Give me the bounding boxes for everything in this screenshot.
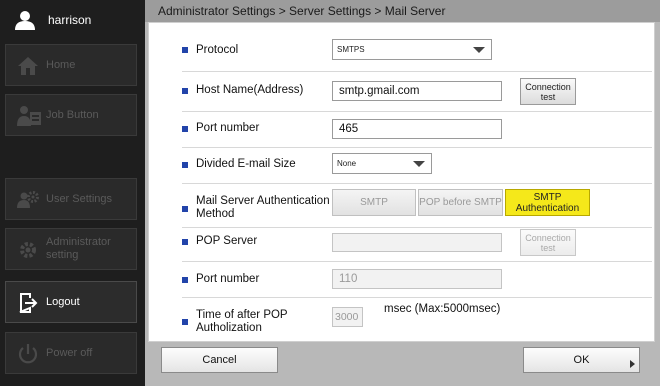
auth-option-label: SMTP Authentication [515, 191, 580, 214]
ok-button[interactable]: OK [523, 347, 640, 373]
divided-value: None [337, 159, 357, 168]
port-label: Port number [196, 122, 260, 134]
sidebar-item-user-settings[interactable]: User Settings [5, 178, 137, 220]
row-pop-server: POP Server Connection test [182, 227, 652, 262]
pop-port-value: 110 [339, 273, 358, 285]
sidebar-item-job-button[interactable]: Job Button [5, 94, 137, 136]
power-icon [16, 342, 40, 366]
host-label: Host Name(Address) [196, 84, 304, 96]
sidebar-item-label: Power off [46, 346, 93, 359]
sidebar-item-home[interactable]: Home [5, 44, 137, 86]
user-icon [14, 10, 36, 30]
gear-user-icon [16, 188, 40, 212]
pop-server-label: POP Server [196, 235, 258, 247]
pop-port-label: Port number [196, 273, 260, 285]
pop-time-value: 3000 [335, 311, 359, 323]
row-port-number: Port number 465 [182, 111, 652, 148]
cancel-button[interactable]: Cancel [161, 347, 278, 373]
breadcrumb: Administrator Settings > Server Settings… [145, 0, 660, 22]
cancel-label: Cancel [202, 354, 237, 366]
ok-label: OK [573, 354, 590, 366]
row-pop-time: Time of after POP Autholization 3000 mse… [182, 297, 652, 334]
sidebar-item-label: Logout [46, 295, 80, 308]
auth-option-pop-before-smtp[interactable]: POP before SMTP [418, 189, 503, 216]
sidebar-item-label: User Settings [46, 192, 113, 205]
user-row: harrison [0, 0, 145, 40]
pop-time-label: Time of after POP Autholization [196, 309, 288, 334]
bullet-icon [182, 126, 188, 132]
row-host-name: Host Name(Address) smtp.gmail.com Connec… [182, 71, 652, 112]
host-connection-test-button[interactable]: Connection test [520, 78, 576, 105]
pop-time-suffix: msec (Max:5000msec) [384, 303, 501, 315]
sidebar-item-label: Administrator setting [46, 236, 111, 261]
row-auth-method: Mail Server Authentication Method SMTP P… [182, 183, 652, 228]
gear-admin-icon [16, 238, 40, 262]
row-protocol: Protocol SMTPS [182, 23, 652, 72]
pop-port-input[interactable]: 110 [332, 269, 502, 289]
host-value: smtp.gmail.com [339, 85, 420, 97]
pop-server-input[interactable] [332, 233, 502, 252]
row-pop-port-number: Port number 110 [182, 261, 652, 298]
sidebar-item-administrator-setting[interactable]: Administrator setting [5, 228, 137, 270]
chevron-down-icon [413, 161, 425, 167]
job-button-icon [16, 104, 41, 128]
sidebar-item-label: Job Button [46, 108, 99, 121]
host-connection-test-label: Connection test [525, 81, 571, 102]
bullet-icon [182, 319, 188, 325]
auth-option-smtp-authentication[interactable]: SMTP Authentication [505, 189, 590, 216]
port-value: 465 [339, 123, 359, 135]
pop-connection-test-button[interactable]: Connection test [520, 229, 576, 256]
bullet-icon [182, 277, 188, 283]
pop-connection-test-label: Connection test [525, 232, 571, 253]
host-input[interactable]: smtp.gmail.com [332, 81, 502, 101]
bullet-icon [182, 88, 188, 94]
bullet-icon [182, 162, 188, 168]
sidebar-item-logout[interactable]: Logout [5, 281, 137, 323]
home-icon [16, 54, 40, 78]
protocol-select[interactable]: SMTPS [332, 39, 492, 60]
bullet-icon [182, 239, 188, 245]
protocol-value: SMTPS [337, 45, 365, 54]
sidebar-item-label: Home [46, 58, 76, 71]
corner-arrow-icon [630, 360, 635, 368]
auth-option-label: POP before SMTP [419, 197, 502, 208]
port-input[interactable]: 465 [332, 119, 502, 139]
row-divided-email-size: Divided E-mail Size None [182, 147, 652, 184]
bullet-icon [182, 47, 188, 53]
sidebar-item-power-off[interactable]: Power off [5, 332, 137, 374]
auth-option-label: SMTP [360, 197, 388, 208]
auth-option-smtp[interactable]: SMTP [332, 189, 416, 216]
logout-icon [16, 291, 40, 315]
sidebar: harrison Home Job Button User Settings A… [0, 0, 145, 386]
user-name: harrison [48, 13, 92, 27]
settings-panel: Protocol SMTPS Host Name(Address) smtp.g… [148, 22, 655, 342]
protocol-label: Protocol [196, 44, 239, 56]
divided-label: Divided E-mail Size [196, 158, 296, 170]
divided-select[interactable]: None [332, 153, 432, 174]
main-area: Administrator Settings > Server Settings… [145, 0, 660, 386]
chevron-down-icon [473, 47, 485, 53]
auth-label: Mail Server Authentication Method [196, 195, 330, 220]
pop-time-input[interactable]: 3000 [332, 307, 363, 327]
bullet-icon [182, 206, 188, 212]
